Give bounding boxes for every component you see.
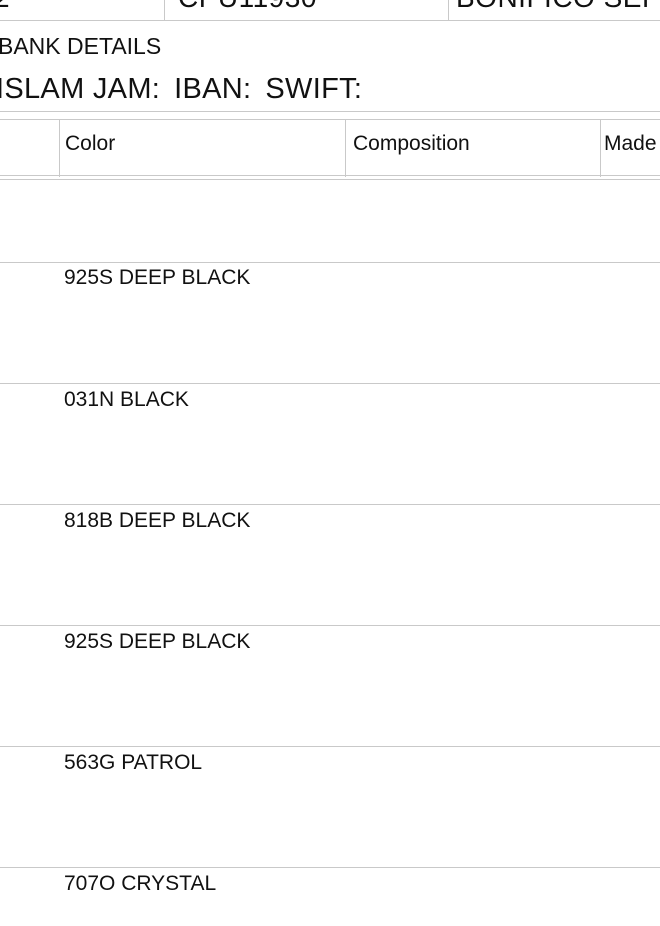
table-row-color-cell: 707O CRYSTAL <box>64 872 217 895</box>
column-header-made: Made <box>604 132 657 155</box>
table-top-border <box>0 111 660 112</box>
payee-label: ISLAM JAM: <box>0 73 161 105</box>
table-row-separator <box>0 625 660 626</box>
table-row-color-cell: 031N BLACK <box>64 388 189 411</box>
table-row-separator <box>0 262 660 263</box>
column-header-composition: Composition <box>353 132 470 155</box>
table-row-color-cell: 925S DEEP BLACK <box>64 630 251 653</box>
top-row-divider-2 <box>448 0 449 20</box>
bank-details-line: ISLAM JAM: IBAN: SWIFT: <box>0 72 376 106</box>
table-row-separator <box>0 383 660 384</box>
table-row-color-cell: 925S DEEP BLACK <box>64 266 251 289</box>
table-row-color-cell: 818B DEEP BLACK <box>64 509 251 532</box>
table-row-separator <box>0 746 660 747</box>
table-row-separator <box>0 867 660 868</box>
table-col-divider-3 <box>600 119 601 177</box>
top-row-cell-payment: BONIFICO SEP <box>456 0 660 12</box>
table-header-top-border <box>0 119 660 120</box>
table-col-divider-2 <box>345 119 346 177</box>
column-header-color: Color <box>65 132 116 155</box>
iban-label: IBAN: <box>174 73 252 105</box>
table-header-bottom-border-inner <box>0 179 660 180</box>
table-col-divider-1 <box>59 119 60 177</box>
table-header-bottom-border <box>0 175 660 176</box>
bank-details-title: BANK DETAILS <box>0 33 162 59</box>
table-row-color-cell: 563G PATROL <box>64 751 203 774</box>
top-row-cell-code: CPU11930 <box>178 0 317 12</box>
swift-label: SWIFT: <box>265 73 363 105</box>
top-row-divider-1 <box>164 0 165 20</box>
top-row-bottom-border <box>0 20 660 21</box>
table-row-separator <box>0 504 660 505</box>
top-row-cell-number: 2 <box>0 0 10 12</box>
